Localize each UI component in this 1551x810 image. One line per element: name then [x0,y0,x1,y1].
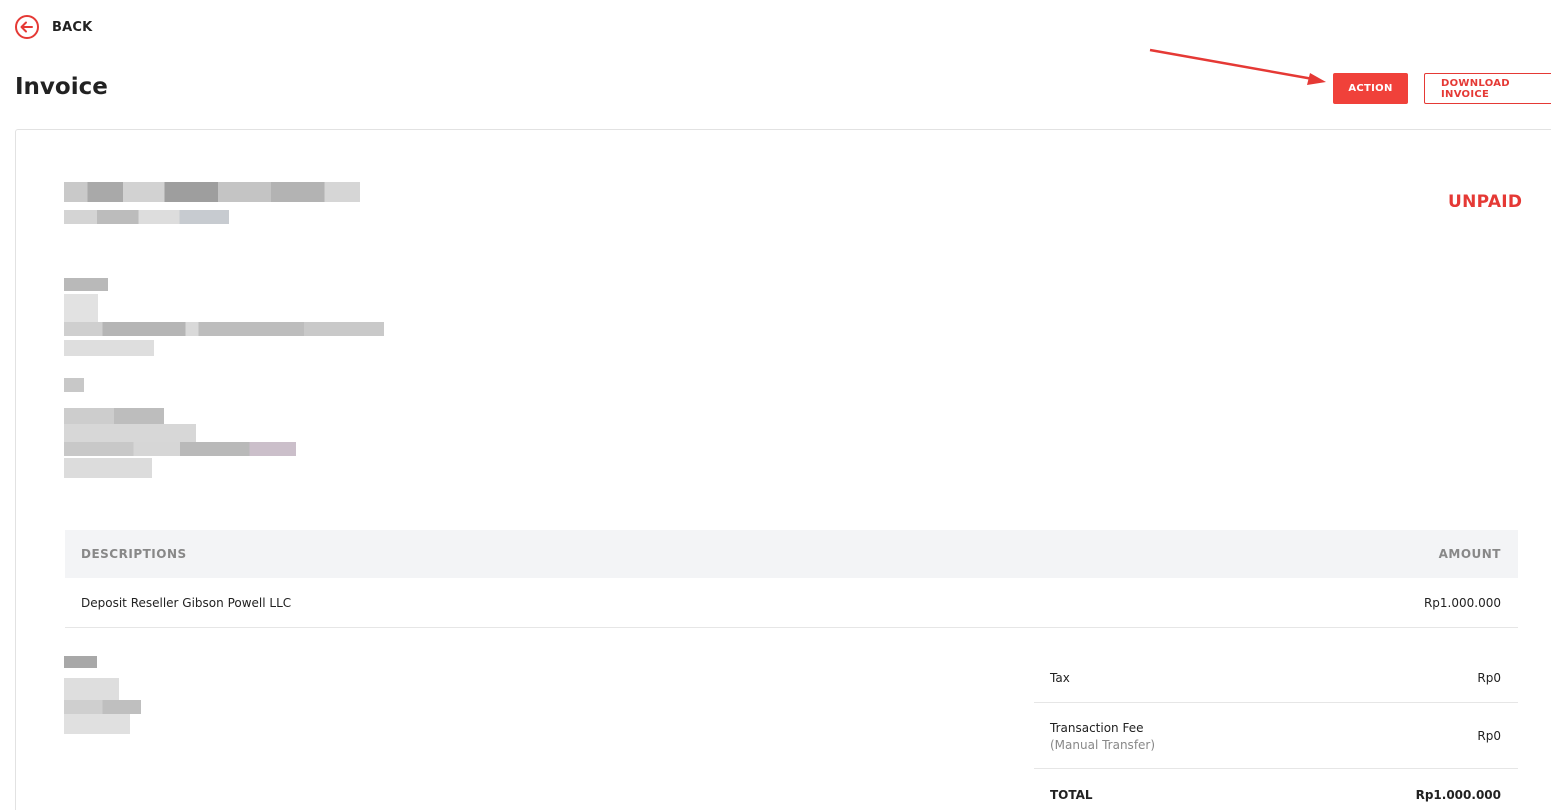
table-header: DESCRIPTIONS AMOUNT [65,530,1518,578]
summary-row-tax: Tax Rp0 [1034,653,1518,703]
transaction-fee-value: Rp0 [1477,729,1501,743]
summary-row-transaction-fee: Transaction Fee (Manual Transfer) Rp0 [1034,703,1518,769]
back-label: BACK [52,19,93,35]
download-invoice-button[interactable]: DOWNLOAD INVOICE [1424,73,1551,104]
redacted-notes-block [64,656,144,736]
total-label: TOTAL [1050,788,1093,802]
summary-row-total: TOTAL Rp1.000.000 [1034,769,1518,810]
invoice-summary: Tax Rp0 Transaction Fee (Manual Transfer… [1034,653,1518,810]
table-row: Deposit Reseller Gibson Powell LLC Rp1.0… [65,578,1518,628]
total-value: Rp1.000.000 [1415,788,1501,802]
invoice-page: BACK Invoice ACTION DOWNLOAD INVOICE UNP… [0,0,1551,810]
back-arrow-icon [15,15,39,39]
column-header-descriptions: DESCRIPTIONS [81,547,187,561]
transaction-fee-label: Transaction Fee [1050,721,1144,735]
row-description: Deposit Reseller Gibson Powell LLC [81,596,292,610]
action-button[interactable]: ACTION [1333,73,1408,104]
status-badge: UNPAID [1448,192,1523,212]
row-amount: Rp1.000.000 [1423,596,1501,610]
page-title: Invoice [15,74,108,100]
transaction-fee-sublabel: (Manual Transfer) [1050,738,1156,752]
back-link[interactable]: BACK [14,14,92,40]
tax-value: Rp0 [1477,671,1501,685]
redacted-billing-block [64,278,404,358]
redacted-recipient-block [64,378,304,480]
tax-label: Tax [1050,671,1070,685]
column-header-amount: AMOUNT [1438,547,1501,561]
redacted-company-block [64,182,364,227]
